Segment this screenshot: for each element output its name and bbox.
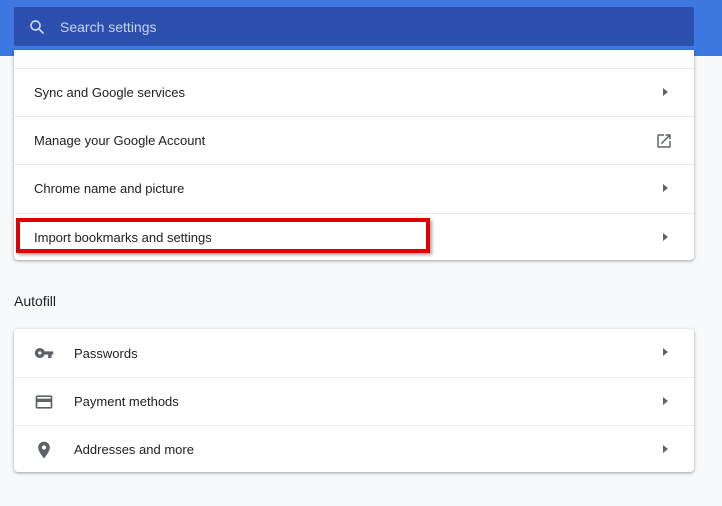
credit-card-icon xyxy=(34,392,54,412)
chevron-right-icon xyxy=(663,88,668,96)
addresses-row[interactable]: Addresses and more xyxy=(14,425,694,473)
row-label: Chrome name and picture xyxy=(34,181,185,196)
key-icon xyxy=(34,343,54,363)
chevron-right-icon xyxy=(663,348,668,356)
search-icon xyxy=(30,19,44,34)
row-label: Passwords xyxy=(74,345,138,361)
search-input[interactable]: Search settings xyxy=(60,19,157,35)
autofill-card: Passwords Payment methods Addresses and … xyxy=(14,329,694,472)
chevron-right-icon xyxy=(663,397,668,405)
passwords-row[interactable]: Passwords xyxy=(14,329,694,377)
manage-google-account-row[interactable]: Manage your Google Account xyxy=(14,116,694,164)
location-pin-icon xyxy=(34,440,54,460)
row-label: Sync and Google services xyxy=(34,85,186,100)
row-label: Payment methods xyxy=(74,394,179,409)
chrome-name-and-picture-row[interactable]: Chrome name and picture xyxy=(14,164,694,212)
autofill-section-title: Autofill xyxy=(14,293,57,309)
top-bar: Search settings xyxy=(0,0,722,56)
chevron-right-icon xyxy=(663,184,668,192)
payment-methods-row[interactable]: Payment methods xyxy=(14,377,694,425)
row-label: Addresses and more xyxy=(74,442,194,457)
open-in-new-icon xyxy=(657,134,671,148)
row-label: Manage your Google Account xyxy=(34,133,206,148)
sync-and-google-services-row[interactable]: Sync and Google services xyxy=(14,68,694,116)
search-box[interactable]: Search settings xyxy=(14,7,694,46)
chevron-right-icon xyxy=(663,445,668,453)
chevron-right-icon xyxy=(663,233,668,241)
highlight-box xyxy=(16,218,430,253)
